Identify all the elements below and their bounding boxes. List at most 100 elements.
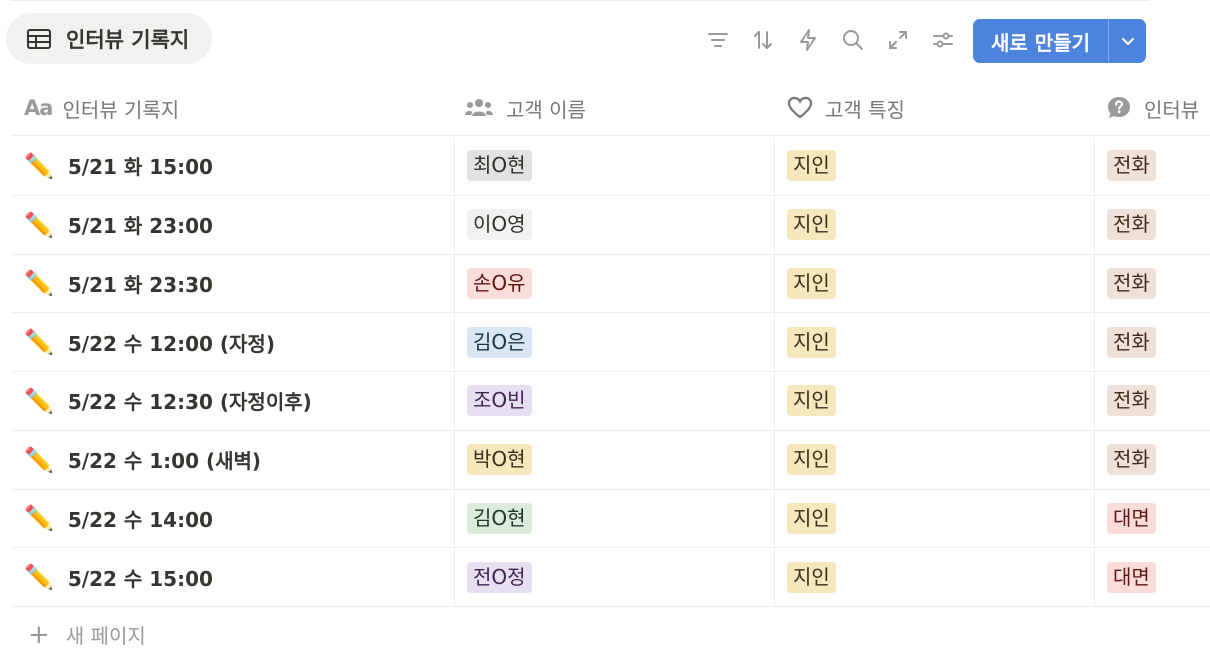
customer-trait-cell[interactable]: 지인 bbox=[774, 489, 1094, 548]
row-title-cell[interactable]: ✏️ 5/22 수 14:00 bbox=[24, 490, 464, 548]
row-title-cell[interactable]: ✏️ 5/22 수 15:00 bbox=[24, 548, 464, 606]
interview-type-tag: 전화 bbox=[1107, 267, 1156, 299]
expand-button[interactable] bbox=[880, 22, 916, 58]
customer-trait-cell[interactable]: 지인 bbox=[774, 195, 1094, 254]
search-icon bbox=[843, 30, 863, 50]
row-title-cell[interactable]: ✏️ 5/21 화 23:00 bbox=[24, 196, 464, 254]
table-row[interactable]: ✏️ 5/21 화 23:30 손O유 지인 전화 bbox=[12, 254, 1210, 314]
customer-name-cell[interactable]: 박O현 bbox=[454, 430, 774, 489]
automation-icon bbox=[800, 29, 816, 51]
row-title: 5/22 수 15:00 bbox=[67, 566, 213, 591]
interview-type-cell[interactable]: 전화 bbox=[1094, 372, 1210, 430]
pencil-icon: ✏️ bbox=[24, 210, 54, 239]
customer-name-tag: 손O유 bbox=[467, 267, 532, 299]
customer-trait-tag: 지인 bbox=[787, 209, 836, 241]
customer-trait-tag: 지인 bbox=[787, 267, 836, 299]
customer-name-tag: 전O정 bbox=[467, 561, 532, 593]
customer-trait-tag: 지인 bbox=[787, 326, 836, 358]
interview-type-cell[interactable]: 전화 bbox=[1094, 430, 1210, 489]
customer-name-cell[interactable]: 김O은 bbox=[454, 313, 774, 371]
table-header: Aa 인터뷰 기록지 고객 이름 고객 특징 인터뷰 bbox=[12, 80, 1210, 136]
settings-icon bbox=[933, 32, 953, 48]
customer-name-tag: 김O현 bbox=[467, 502, 532, 534]
table-body: ✏️ 5/21 화 15:00 최O현 지인 전화 ✏️ 5/21 화 23:0… bbox=[12, 137, 1210, 607]
customer-name-cell[interactable]: 손O유 bbox=[454, 254, 774, 313]
customer-trait-cell[interactable]: 지인 bbox=[774, 548, 1094, 606]
customer-trait-cell[interactable]: 지인 bbox=[774, 313, 1094, 371]
interview-type-tag: 대면 bbox=[1107, 561, 1156, 593]
row-title-cell[interactable]: ✏️ 5/22 수 12:30 (자정이후) bbox=[24, 372, 464, 430]
interview-type-cell[interactable]: 전화 bbox=[1094, 195, 1210, 254]
pencil-icon: ✏️ bbox=[24, 445, 54, 474]
row-title: 5/22 수 1:00 (새벽) bbox=[67, 449, 262, 474]
automation-button[interactable] bbox=[790, 22, 826, 58]
table-row[interactable]: ✏️ 5/21 화 15:00 최O현 지인 전화 bbox=[12, 137, 1210, 196]
customer-name-cell[interactable]: 최O현 bbox=[454, 137, 774, 195]
column-header-label: 인터뷰 기록지 bbox=[62, 97, 180, 122]
text-type-icon: Aa bbox=[24, 96, 53, 120]
interview-type-tag: 전화 bbox=[1107, 150, 1156, 182]
customer-trait-cell[interactable]: 지인 bbox=[774, 430, 1094, 489]
column-header-label: 인터뷰 bbox=[1144, 97, 1200, 122]
row-title-cell[interactable]: ✏️ 5/22 수 12:00 (자정) bbox=[24, 313, 464, 371]
table-row[interactable]: ✏️ 5/22 수 14:00 김O현 지인 대면 bbox=[12, 489, 1210, 549]
customer-name-tag: 이O영 bbox=[467, 209, 532, 241]
pencil-icon: ✏️ bbox=[24, 563, 54, 592]
column-header-customer-trait[interactable]: 고객 특징 bbox=[787, 80, 905, 136]
row-title: 5/21 화 15:00 bbox=[67, 155, 213, 180]
row-title: 5/21 화 23:00 bbox=[67, 214, 213, 239]
interview-type-cell[interactable]: 전화 bbox=[1094, 313, 1210, 371]
new-button-dropdown[interactable] bbox=[1109, 19, 1146, 63]
people-icon bbox=[465, 99, 493, 116]
customer-name-tag: 김O은 bbox=[467, 326, 532, 358]
new-button-main[interactable]: 새로 만들기 bbox=[973, 19, 1108, 63]
customer-name-cell[interactable]: 김O현 bbox=[454, 489, 774, 548]
table-row[interactable]: ✏️ 5/22 수 1:00 (새벽) 박O현 지인 전화 bbox=[12, 430, 1210, 490]
pencil-icon: ✏️ bbox=[24, 386, 54, 415]
customer-name-tag: 최O현 bbox=[467, 150, 532, 182]
customer-name-cell[interactable]: 이O영 bbox=[454, 195, 774, 254]
interview-type-tag: 전화 bbox=[1107, 444, 1156, 476]
column-header-label: 고객 특징 bbox=[825, 97, 905, 122]
customer-name-tag: 박O현 bbox=[467, 444, 532, 476]
row-title-cell[interactable]: ✏️ 5/21 화 23:30 bbox=[24, 255, 464, 313]
interview-type-cell[interactable]: 전화 bbox=[1094, 254, 1210, 313]
interview-type-cell[interactable]: 대면 bbox=[1094, 489, 1210, 548]
pencil-icon: ✏️ bbox=[24, 151, 54, 180]
table-row[interactable]: ✏️ 5/22 수 12:00 (자정) 김O은 지인 전화 bbox=[12, 313, 1210, 372]
interview-type-tag: 대면 bbox=[1107, 502, 1156, 534]
view-tab-table[interactable]: 인터뷰 기록지 bbox=[6, 13, 212, 64]
customer-name-tag: 조O빈 bbox=[467, 385, 532, 417]
customer-trait-tag: 지인 bbox=[787, 561, 836, 593]
view-settings-button[interactable] bbox=[925, 22, 961, 58]
column-header-title[interactable]: Aa 인터뷰 기록지 bbox=[24, 80, 179, 136]
customer-trait-cell[interactable]: 지인 bbox=[774, 372, 1094, 430]
new-page-label: 새 페이지 bbox=[65, 624, 146, 648]
row-title-cell[interactable]: ✏️ 5/22 수 1:00 (새벽) bbox=[24, 431, 464, 489]
customer-trait-tag: 지인 bbox=[787, 444, 836, 476]
customer-trait-cell[interactable]: 지인 bbox=[774, 254, 1094, 313]
sort-button[interactable] bbox=[745, 22, 781, 58]
customer-name-cell[interactable]: 조O빈 bbox=[454, 372, 774, 430]
row-title-cell[interactable]: ✏️ 5/21 화 15:00 bbox=[24, 137, 464, 195]
chevron-down-icon bbox=[1121, 37, 1134, 46]
new-page-button[interactable]: + 새 페이지 bbox=[28, 620, 146, 649]
table-row[interactable]: ✏️ 5/22 수 15:00 전O정 지인 대면 bbox=[12, 548, 1210, 607]
table-row[interactable]: ✏️ 5/21 화 23:00 이O영 지인 전화 bbox=[12, 195, 1210, 255]
interview-type-cell[interactable]: 전화 bbox=[1094, 137, 1210, 195]
interview-type-tag: 전화 bbox=[1107, 209, 1156, 241]
search-button[interactable] bbox=[835, 22, 871, 58]
view-tab-label: 인터뷰 기록지 bbox=[66, 27, 190, 52]
row-title: 5/21 화 23:30 bbox=[67, 272, 213, 297]
interview-type-cell[interactable]: 대면 bbox=[1094, 548, 1210, 606]
customer-name-cell[interactable]: 전O정 bbox=[454, 548, 774, 606]
table-row[interactable]: ✏️ 5/22 수 12:30 (자정이후) 조O빈 지인 전화 bbox=[12, 372, 1210, 431]
customer-trait-cell[interactable]: 지인 bbox=[774, 137, 1094, 195]
plus-icon: + bbox=[28, 619, 50, 650]
column-header-label: 고객 이름 bbox=[506, 97, 586, 122]
filter-icon bbox=[708, 33, 728, 47]
column-header-customer-name[interactable]: 고객 이름 bbox=[464, 80, 586, 136]
sort-icon bbox=[754, 31, 772, 49]
filter-button[interactable] bbox=[700, 22, 736, 58]
column-header-interview[interactable]: 인터뷰 bbox=[1106, 80, 1199, 136]
